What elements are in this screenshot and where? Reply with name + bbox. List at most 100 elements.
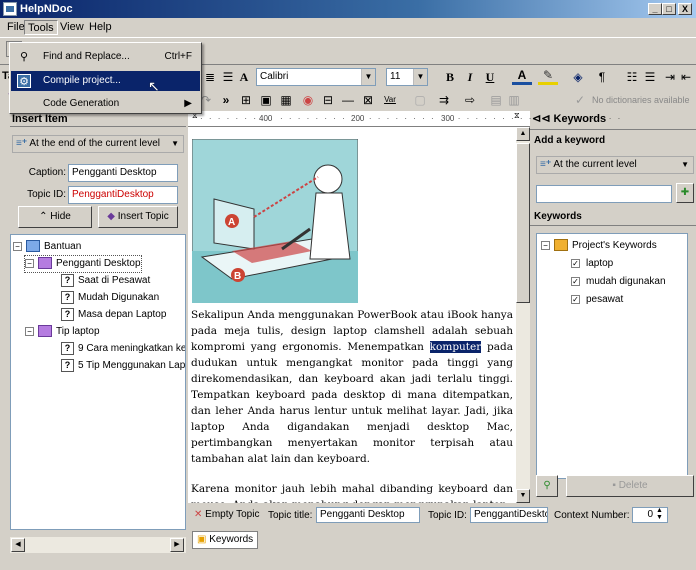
line-icon[interactable]: — xyxy=(338,90,358,110)
move-icon[interactable]: ⇨ xyxy=(460,90,480,110)
bold-icon[interactable]: B xyxy=(440,67,460,87)
scroll-left-icon[interactable]: ◀ xyxy=(11,538,25,552)
outdent-icon[interactable]: ⇤ xyxy=(676,67,696,87)
menu-item-find-replace[interactable]: ⚲ Find and Replace... Ctrl+F xyxy=(11,47,200,67)
image-icon[interactable]: ▣ xyxy=(256,90,276,110)
caption-input[interactable]: Pengganti Desktop xyxy=(68,164,178,182)
close-button[interactable]: X xyxy=(678,3,692,15)
page-break-icon[interactable]: ⊠ xyxy=(358,90,378,110)
keyword-position-combo[interactable]: ≡⁺ At the current level ▼ xyxy=(536,156,694,174)
grid2-icon[interactable]: ▥ xyxy=(504,90,524,110)
dictionary-status: No dictionaries available xyxy=(592,95,690,105)
tree-node-tip-laptop[interactable]: − Tip laptop xyxy=(25,324,100,340)
keyword-item[interactable]: ✓ laptop xyxy=(571,256,613,272)
field-icon[interactable]: ⊟ xyxy=(318,90,338,110)
bullet-list-icon[interactable]: ☷ xyxy=(622,67,642,87)
insert-topic-label: Insert Topic xyxy=(117,211,169,222)
chevron-down-icon[interactable]: ▼ xyxy=(413,69,427,85)
text-color-icon[interactable]: A xyxy=(512,67,532,85)
link-icon[interactable]: ◉ xyxy=(298,90,318,110)
font-combo[interactable]: Calibri ▼ xyxy=(256,68,376,86)
checkbox-icon[interactable]: ✓ xyxy=(571,276,580,286)
selected-word: komputer xyxy=(429,341,482,353)
tree-node-child[interactable]: ? Mudah Digunakan xyxy=(61,290,159,306)
tree-node-pengganti[interactable]: − Pengganti Desktop xyxy=(24,255,142,273)
numbered-list-icon[interactable]: ☰ xyxy=(640,67,660,87)
topic-icon: ? xyxy=(61,341,74,355)
scroll-down-icon[interactable]: ▼ xyxy=(516,489,530,503)
keyword-root[interactable]: − Project's Keywords xyxy=(541,238,657,254)
collapse-icon[interactable]: − xyxy=(13,241,22,251)
maximize-button[interactable]: □ xyxy=(662,3,676,15)
keyword-label: mudah digunakan xyxy=(586,276,666,287)
italic-icon[interactable]: I xyxy=(460,67,480,87)
editor-vertical-scrollbar[interactable]: ▲ ▼ xyxy=(516,127,530,503)
menu-help[interactable]: Help xyxy=(86,20,115,35)
checkbox-icon[interactable]: ✓ xyxy=(571,258,580,268)
table-icon[interactable]: ▦ xyxy=(276,90,296,110)
caption-label: Caption: xyxy=(28,167,66,178)
list-insert-icon[interactable]: ⇉ xyxy=(434,90,454,110)
menu-tools[interactable]: Tools xyxy=(24,20,58,35)
tree-node-child[interactable]: ? 5 Tip Menggunakan Laptop xyxy=(61,358,185,374)
tree-node-child[interactable]: ? Masa depan Laptop xyxy=(61,307,166,323)
variable-icon[interactable]: Var xyxy=(380,90,400,110)
font-size-combo[interactable]: 11 ▼ xyxy=(386,68,428,86)
ruler-mark: 200 xyxy=(350,114,366,123)
keyword-item[interactable]: ✓ mudah digunakan xyxy=(571,274,666,290)
topic-editor[interactable]: A B Sekalipun Anda menggunakan PowerBook… xyxy=(188,127,516,503)
collapse-icon[interactable]: − xyxy=(541,240,550,250)
scroll-thumb[interactable] xyxy=(516,143,530,303)
topic-title-input[interactable]: Pengganti Desktop xyxy=(316,507,420,523)
hide-button[interactable]: ⌃ Hide xyxy=(18,206,92,228)
tree-label: Mudah Digunakan xyxy=(78,292,160,303)
chevron-down-icon[interactable]: ▼ xyxy=(361,69,375,85)
empty-topic-button[interactable]: ✕ Empty Topic xyxy=(194,509,259,520)
insert-topic-button[interactable]: ◆ Insert Topic xyxy=(98,206,178,228)
box-icon[interactable]: ▢ xyxy=(410,90,430,110)
scroll-up-icon[interactable]: ▲ xyxy=(516,127,530,141)
paragraph-icon[interactable]: ¶ xyxy=(592,67,612,87)
keyword-input[interactable] xyxy=(536,185,672,203)
grid-icon[interactable]: ▤ xyxy=(486,90,506,110)
chevron-down-icon: ▼ xyxy=(171,139,179,148)
fill-icon[interactable]: ◈ xyxy=(568,67,588,87)
tree-label: Tip laptop xyxy=(56,326,100,337)
topic-id-input[interactable]: PenggantiDesktop xyxy=(68,186,178,204)
add-keyword-button[interactable]: ✚ xyxy=(676,183,694,203)
tree-node-root[interactable]: − Bantuan xyxy=(13,239,81,255)
menu-view[interactable]: View xyxy=(57,20,87,35)
underline-icon[interactable]: U xyxy=(480,67,500,87)
collapse-icon[interactable]: − xyxy=(25,326,34,336)
minimize-button[interactable]: _ xyxy=(648,3,662,15)
keyword-item[interactable]: ✓ pesawat xyxy=(571,292,623,308)
checkbox-icon[interactable]: ✓ xyxy=(571,294,580,304)
paragraph-1-end: pada dudukan untuk mengangkat monitor pa… xyxy=(191,341,513,465)
label-a: A xyxy=(228,217,235,228)
tree-node-child[interactable]: ? 9 Cara meningkatkan kea xyxy=(61,341,185,357)
keyword-edit-button[interactable]: ⚲ xyxy=(536,475,558,497)
scroll-right-icon[interactable]: ▶ xyxy=(170,538,184,552)
collapse-icon[interactable]: − xyxy=(25,258,34,268)
insert-picture-icon[interactable]: ⊞ xyxy=(236,90,256,110)
tree-horizontal-scrollbar[interactable]: ◀ ▶ xyxy=(10,537,186,553)
keywords-icon: ▣ xyxy=(197,534,207,545)
menu-item-code-generation[interactable]: Code Generation ▶ xyxy=(11,94,200,114)
keyword-position-value: At the current level xyxy=(553,159,637,170)
insert-position-combo[interactable]: ≡⁺ At the end of the current level ▼ xyxy=(12,135,184,153)
highlight-icon[interactable]: ✎ xyxy=(538,67,558,85)
spellcheck-icon[interactable]: ✓ xyxy=(570,90,590,110)
align-icon[interactable]: ≣ xyxy=(200,67,220,87)
tab-keywords[interactable]: ▣ Keywords xyxy=(192,531,259,549)
topic-tree: − Bantuan − Pengganti Desktop ? Saat di Pes… xyxy=(10,234,186,530)
tree-node-child[interactable]: ? Saat di Pesawat xyxy=(61,273,150,289)
menu-item-compile[interactable]: ⚙ Compile project... xyxy=(11,71,200,91)
more-icon[interactable]: » xyxy=(216,90,236,110)
ergonomic-illustration: A B xyxy=(192,139,358,303)
font-color-a-icon[interactable]: A xyxy=(234,67,254,87)
find-replace-shortcut: Ctrl+F xyxy=(164,51,193,62)
keywords-panel-icon: ⊲⊲ xyxy=(532,113,551,125)
delete-keyword-button[interactable]: ▪ Delete xyxy=(566,475,694,497)
insert-position-value: At the end of the current level xyxy=(29,138,160,149)
ruler-right-marker[interactable]: ⧖ xyxy=(514,111,520,121)
